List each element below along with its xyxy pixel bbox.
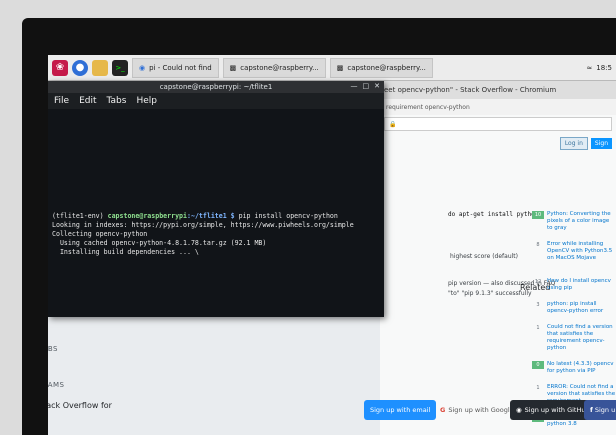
minimize-icon[interactable]: — <box>351 82 358 90</box>
terminal-output[interactable]: (tflite1-env) capstone@raspberrypi:~/tfl… <box>48 109 384 317</box>
browser-tab[interactable]: requirement opencv-python <box>380 99 616 115</box>
browser-icon[interactable]: ● <box>72 59 88 76</box>
terminal-title-bar[interactable]: capstone@raspberrypi: ~/tflite1 — □ ✕ <box>48 81 384 93</box>
taskbar-task-chromium[interactable]: ◉ pi - Could not find <box>132 57 219 78</box>
labs-label: LABS <box>48 345 58 353</box>
maximize-icon[interactable]: □ <box>363 82 370 90</box>
code-snippet: do apt-get install python- <box>448 211 542 218</box>
clock[interactable]: 18:5 <box>596 64 612 72</box>
terminal-small-icon: ▩ <box>229 63 237 72</box>
taskbar-task-terminal-2[interactable]: ▩ capstone@raspberry... <box>329 57 433 78</box>
signup-email-button[interactable]: Sign up with email <box>364 400 437 420</box>
output-line: Looking in indexes: https://pypi.org/sim… <box>52 221 354 229</box>
score-badge: 12 <box>534 278 542 285</box>
score-badge: 8 <box>536 241 540 248</box>
menu-file[interactable]: File <box>54 96 69 106</box>
signup-google-button[interactable]: G Sign up with Google <box>440 400 514 420</box>
command: pip install opencv-python <box>234 212 338 220</box>
list-item[interactable]: 10 Python: Converting the pixels of a col… <box>532 211 616 232</box>
menu-tabs[interactable]: Tabs <box>107 96 127 106</box>
taskbar: ❀ ● >_ ◉ pi - Could not find ▩ capstone@… <box>48 55 616 81</box>
terminal-small-icon: ▩ <box>336 63 344 72</box>
prompt-user-host: capstone@raspberrypi <box>107 212 187 220</box>
page-bottom: LABS TEAMS Stack Overflow for Sign up wi… <box>48 305 616 435</box>
github-icon: ◉ <box>516 406 522 414</box>
output-line: Installing build dependencies ... \ <box>52 248 199 256</box>
terminal-menu-bar: File Edit Tabs Help <box>48 93 384 109</box>
login-button[interactable]: Log in <box>559 136 588 150</box>
signup-button[interactable]: Sign <box>590 137 612 149</box>
chromium-icon: ◉ <box>139 63 146 72</box>
output-line: Using cached opencv-python-4.8.1.78.tar.… <box>52 239 267 247</box>
facebook-icon: f <box>590 406 593 414</box>
wifi-icon[interactable]: ≈ <box>586 64 592 72</box>
prompt-line: (tflite1-env) capstone@raspberrypi:~/tfl… <box>52 212 338 220</box>
menu-help[interactable]: Help <box>136 96 157 106</box>
footer-text: Stack Overflow for <box>48 401 112 410</box>
system-tray: ≈ 18:5 <box>586 64 612 72</box>
raspberry-menu-icon[interactable]: ❀ <box>52 59 68 76</box>
google-icon: G <box>440 406 446 414</box>
folder-icon[interactable] <box>92 59 108 76</box>
teams-label: TEAMS <box>48 381 65 389</box>
venv-name: (tflite1-env) <box>52 212 104 220</box>
screen: ❀ ● >_ ◉ pi - Could not find ▩ capstone@… <box>48 55 616 435</box>
lock-icon: 🔒 <box>389 120 397 128</box>
prompt-cwd: :~/tflite1 $ <box>187 212 235 220</box>
terminal-icon[interactable]: >_ <box>112 59 128 76</box>
so-header: Log in Sign <box>380 133 616 153</box>
signup-facebook-button[interactable]: f Sign u <box>584 400 616 420</box>
address-bar[interactable]: 🔒 <box>384 117 612 131</box>
signup-github-button[interactable]: ◉ Sign up with GitHub <box>510 400 596 420</box>
list-item[interactable]: 12 How do I install opencv using pip <box>532 278 616 292</box>
output-line: Collecting opencv-python <box>52 230 148 238</box>
terminal-window[interactable]: capstone@raspberrypi: ~/tflite1 — □ ✕ Fi… <box>48 81 384 317</box>
score-badge: 10 <box>532 211 544 219</box>
browser-title-bar: eet opencv-python" - Stack Overflow - Ch… <box>380 81 616 99</box>
sort-label[interactable]: highest score (default) <box>450 253 518 260</box>
list-item[interactable]: 8 Error while installing OpenCV with Pyth… <box>532 241 616 262</box>
taskbar-task-terminal-1[interactable]: ▩ capstone@raspberry... <box>222 57 326 78</box>
close-icon[interactable]: ✕ <box>374 82 380 90</box>
menu-edit[interactable]: Edit <box>79 96 96 106</box>
